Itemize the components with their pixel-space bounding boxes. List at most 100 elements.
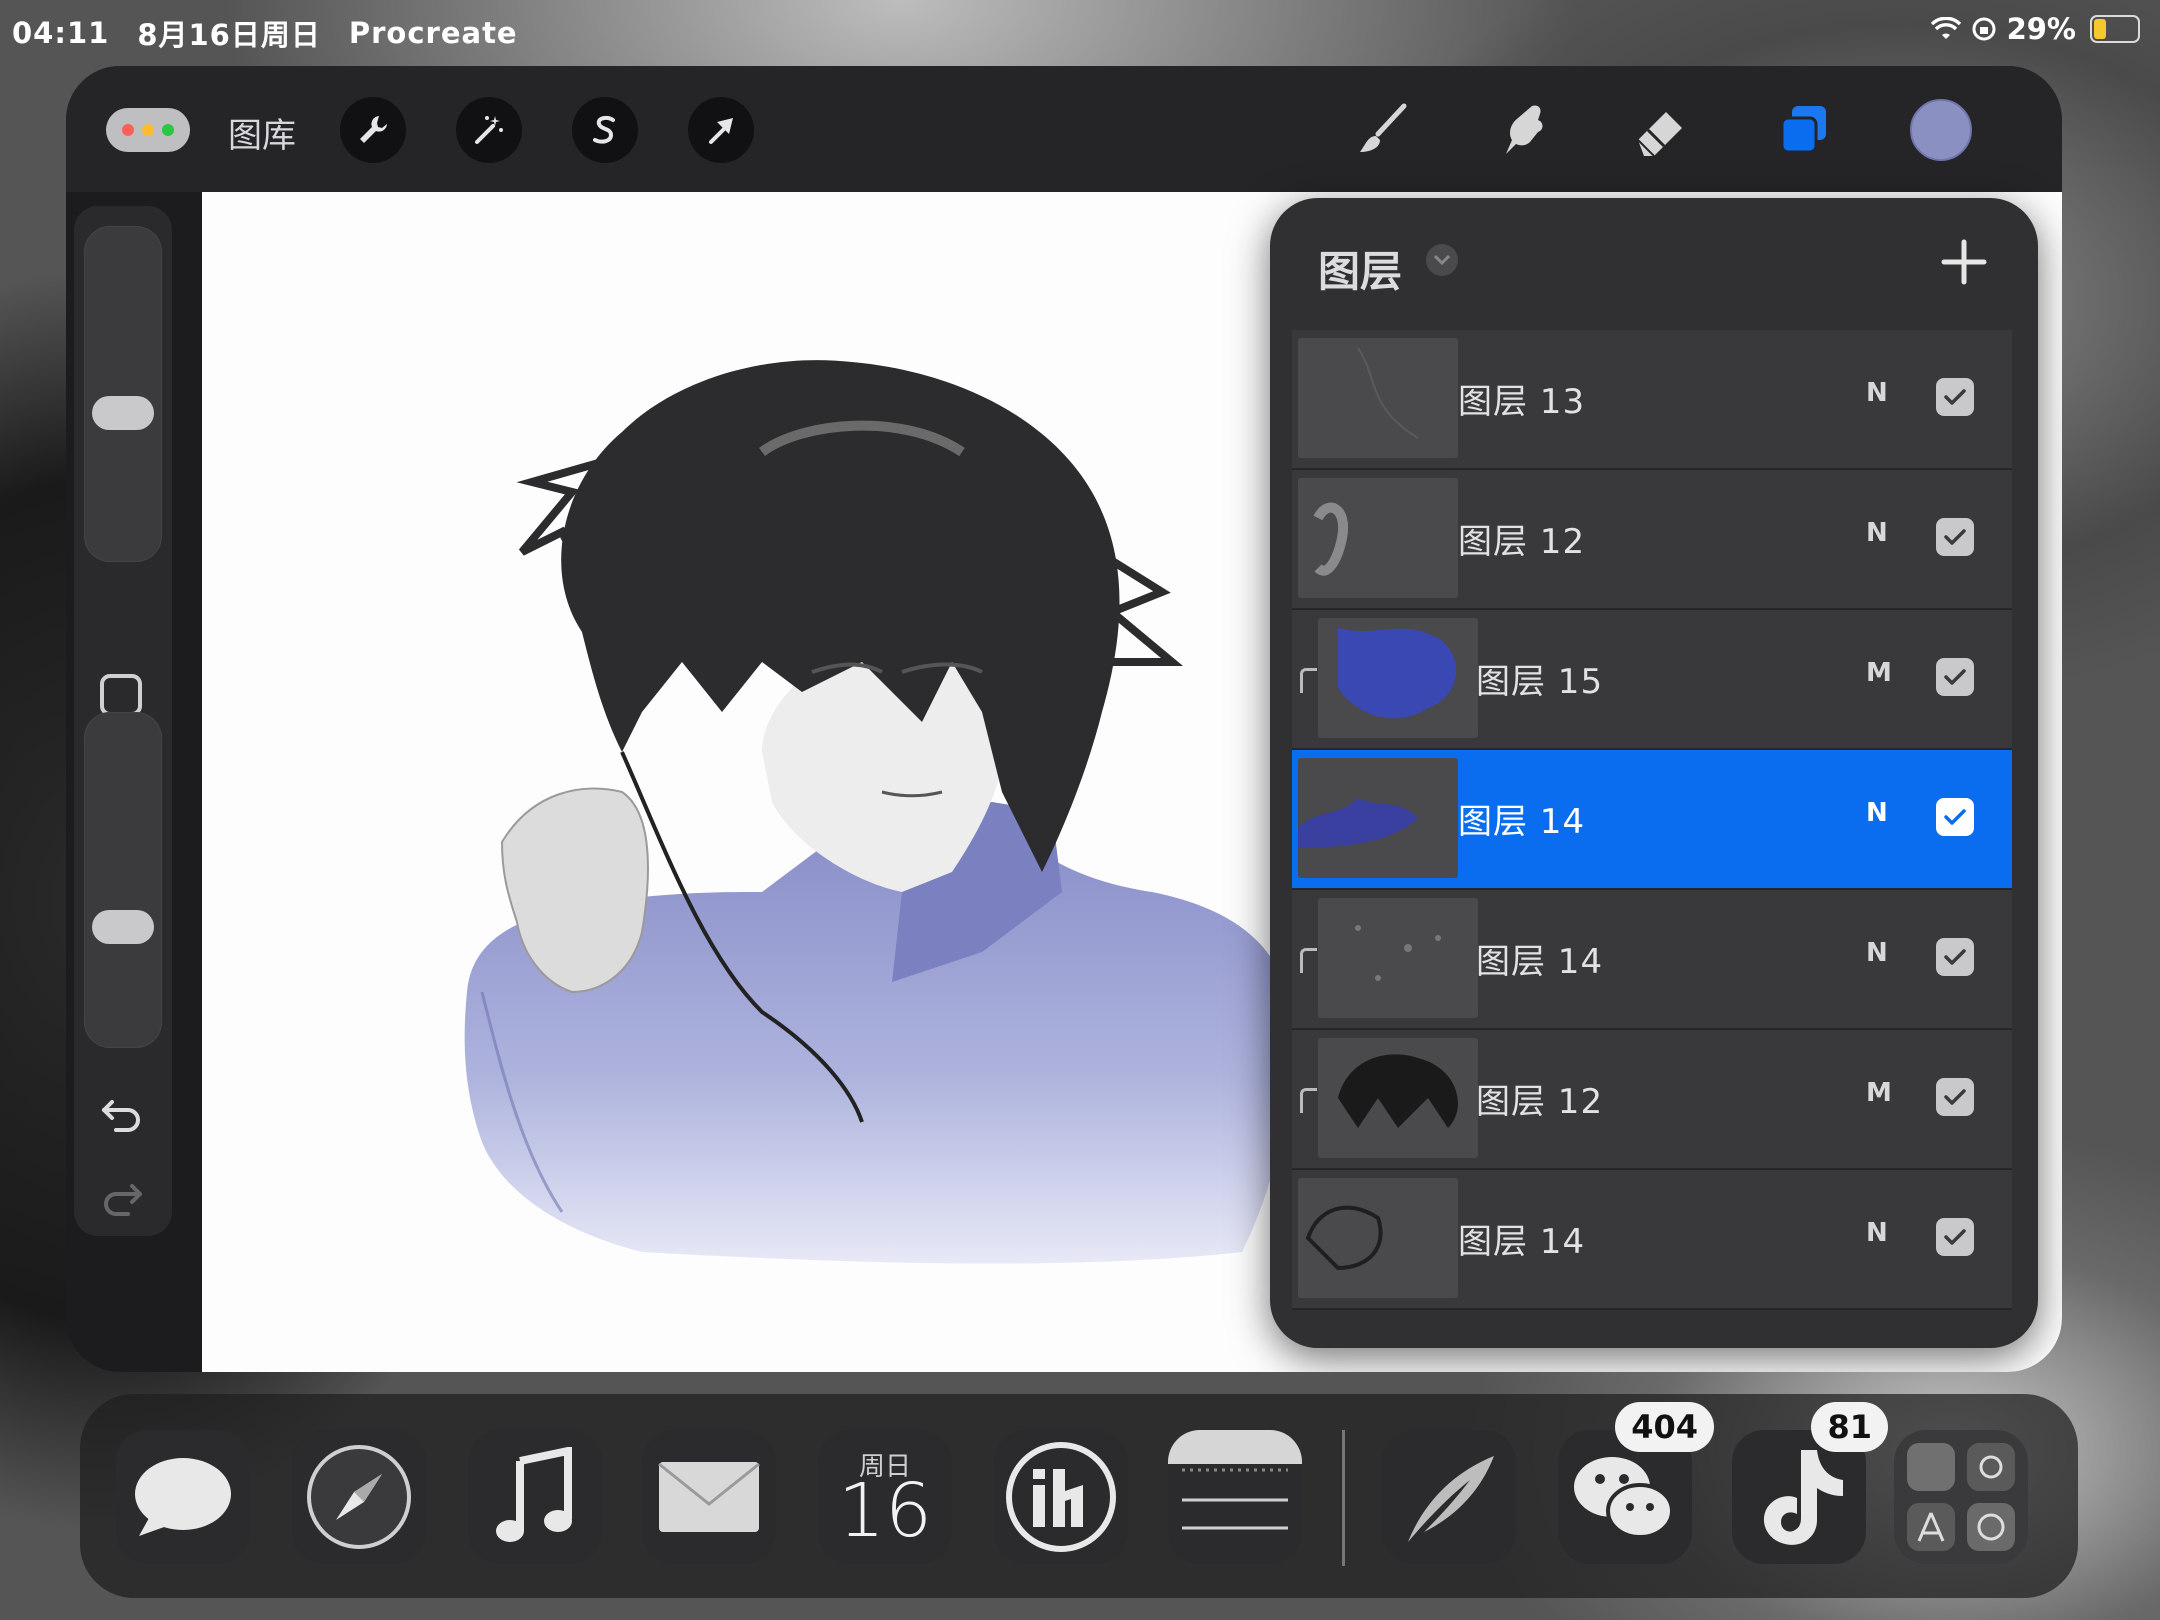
color-picker[interactable]	[1910, 99, 1972, 161]
layer-row[interactable]: 图层 15 M	[1292, 610, 2012, 750]
dock-app-safari[interactable]	[292, 1430, 426, 1564]
undo-icon	[102, 1100, 140, 1132]
layer-blend-mode[interactable]: N	[1866, 798, 1888, 828]
redo-button[interactable]	[94, 1170, 150, 1226]
layer-row[interactable]: 图层 12 N	[1292, 470, 2012, 610]
layer-name: 图层 14	[1458, 802, 1586, 842]
layers-panel: 图层 图层 13 N 图层 12 N 图层 15 M 图层 14 N 图层 14 N 图层 12 M 图…	[1270, 198, 2038, 1348]
dock-app-tiktok[interactable]: 81	[1732, 1402, 1888, 1564]
status-app-name: Procreate	[348, 16, 518, 50]
ih-logo-icon	[1006, 1442, 1116, 1552]
dock-app-calendar[interactable]: 周日 16	[818, 1430, 952, 1564]
arrow-cursor-icon	[709, 118, 733, 144]
chevron-down-icon	[1433, 254, 1451, 266]
left-sidebar	[74, 206, 172, 1236]
envelope-icon	[658, 1462, 760, 1532]
redo-icon	[104, 1184, 142, 1216]
minimize-dot[interactable]	[142, 124, 154, 136]
layer-visibility-checkbox[interactable]	[1936, 1078, 1974, 1116]
layer-visibility-checkbox[interactable]	[1936, 798, 1974, 836]
dock-app-messages[interactable]	[116, 1430, 250, 1564]
eraser-tool[interactable]	[1624, 94, 1696, 166]
layers-tool[interactable]	[1768, 94, 1840, 166]
layer-name: 图层 14	[1458, 1222, 1586, 1262]
layers-icon	[1780, 106, 1826, 154]
layer-visibility-checkbox[interactable]	[1936, 518, 1974, 556]
layers-panel-options[interactable]	[1426, 244, 1458, 276]
dock-app-library[interactable]	[1894, 1430, 2028, 1564]
checkmark-icon	[1944, 389, 1966, 405]
dock-app-wechat[interactable]: 404	[1558, 1402, 1714, 1564]
layer-row[interactable]: 图层 12 M	[1292, 1030, 2012, 1170]
layer-blend-mode[interactable]: M	[1866, 1078, 1892, 1108]
transform-button[interactable]	[688, 97, 754, 163]
layer-blend-mode[interactable]: N	[1866, 938, 1888, 968]
brush-size-slider[interactable]	[84, 226, 162, 562]
wifi-icon	[1930, 17, 1961, 39]
plus-icon	[1941, 239, 1987, 285]
battery-percent: 29%	[2006, 12, 2076, 46]
brush-size-thumb[interactable]	[92, 396, 154, 430]
layer-name: 图层 14	[1476, 942, 1604, 982]
opacity-slider[interactable]	[84, 712, 162, 1048]
layer-visibility-checkbox[interactable]	[1936, 658, 1974, 696]
rotation-lock-icon	[1972, 17, 1996, 41]
actions-button[interactable]	[340, 97, 406, 163]
layer-row[interactable]: 图层 14 N	[1292, 750, 2012, 890]
layer-name: 图层 13	[1458, 382, 1586, 422]
status-date: 8月16日周日	[137, 18, 321, 52]
layer-blend-mode[interactable]: N	[1866, 378, 1888, 408]
dock-app-procreate[interactable]	[1382, 1430, 1516, 1564]
clipping-mask-indicator	[1300, 668, 1317, 693]
layer-visibility-checkbox[interactable]	[1936, 378, 1974, 416]
layer-thumbnail	[1298, 338, 1458, 458]
dock-app-mail[interactable]	[642, 1430, 776, 1564]
layer-name: 图层 15	[1476, 662, 1604, 702]
layer-thumbnail	[1298, 758, 1458, 878]
compass-icon	[307, 1445, 411, 1549]
opacity-thumb[interactable]	[92, 910, 154, 944]
dock-app-ih[interactable]	[994, 1430, 1128, 1564]
layer-blend-mode[interactable]: M	[1866, 658, 1892, 688]
add-layer-button[interactable]	[1932, 230, 1996, 294]
top-toolbar: 图库	[66, 66, 2062, 192]
layer-name: 图层 12	[1458, 522, 1586, 562]
window-controls[interactable]	[106, 108, 190, 152]
layer-list: 图层 13 N 图层 12 N 图层 15 M 图层 14 N 图层 14 N 图层 12 M 图层 1…	[1292, 330, 2012, 1310]
layer-thumbnail	[1318, 898, 1478, 1018]
dock-app-notes[interactable]	[1168, 1430, 1302, 1564]
layer-row[interactable]: 图层 14 N	[1292, 890, 2012, 1030]
dock-app-music[interactable]	[468, 1430, 602, 1564]
clipping-mask-indicator	[1300, 948, 1317, 973]
undo-button[interactable]	[94, 1086, 150, 1142]
smudge-finger-icon	[1506, 105, 1543, 154]
adjustments-button[interactable]	[456, 97, 522, 163]
maximize-dot[interactable]	[162, 124, 174, 136]
gallery-button[interactable]: 图库	[228, 108, 296, 157]
modify-button[interactable]	[100, 674, 142, 716]
layer-thumbnail	[1298, 478, 1458, 598]
layer-blend-mode[interactable]: N	[1866, 518, 1888, 548]
checkmark-icon	[1944, 1089, 1966, 1105]
brush-icon	[1360, 103, 1407, 152]
layer-row[interactable]: 图层 14 N	[1292, 1170, 2012, 1310]
status-bar: 04:11 8月16日周日 Procreate 29%	[0, 0, 2160, 64]
checkmark-icon	[1944, 669, 1966, 685]
layer-row[interactable]: 图层 13 N	[1292, 330, 2012, 470]
tiktok-badge: 81	[1811, 1402, 1888, 1452]
close-dot[interactable]	[122, 124, 134, 136]
selection-button[interactable]	[572, 97, 638, 163]
layer-visibility-checkbox[interactable]	[1936, 938, 1974, 976]
wechat-icon	[1574, 1457, 1674, 1539]
layer-blend-mode[interactable]: N	[1866, 1218, 1888, 1248]
notes-icon	[1168, 1430, 1302, 1530]
checkmark-icon	[1944, 529, 1966, 545]
layer-visibility-checkbox[interactable]	[1936, 1218, 1974, 1256]
brush-tool[interactable]	[1346, 94, 1418, 166]
wrench-icon	[360, 116, 387, 143]
smudge-tool[interactable]	[1486, 94, 1558, 166]
battery-icon	[2090, 15, 2140, 43]
layers-panel-title: 图层	[1318, 247, 1403, 296]
layer-thumbnail	[1318, 618, 1478, 738]
tiktok-icon	[1763, 1450, 1843, 1545]
